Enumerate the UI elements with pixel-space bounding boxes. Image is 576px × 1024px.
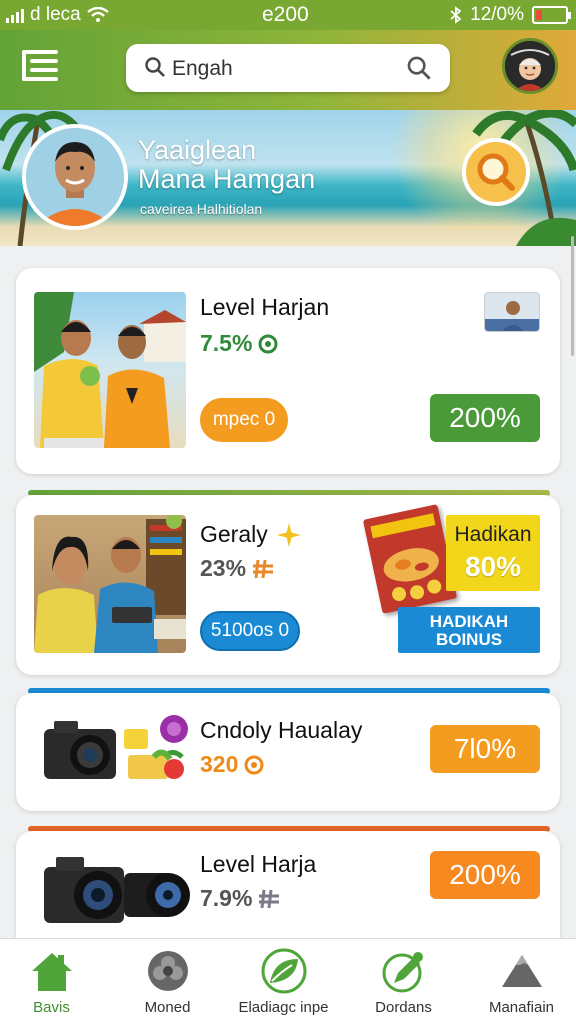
- card-action-button[interactable]: 7l0%: [430, 725, 540, 773]
- hero-title-line2: Mana Hamgan: [138, 164, 316, 194]
- card-photo: [34, 292, 186, 448]
- card-photo: [38, 843, 198, 933]
- card-title: Geraly: [200, 521, 302, 548]
- hero-title-line1: Yaaiglean: [138, 135, 257, 165]
- bottom-nav: Bavis Moned Eladiagc inpe Dordans Manafi…: [0, 938, 576, 1024]
- battery-percent: 12/0%: [470, 4, 524, 25]
- person-portrait-icon: [26, 128, 124, 226]
- offer-card[interactable]: Cndoly Haualay 320 7l0%: [16, 693, 560, 811]
- status-bar: d leca e200 12/0%: [0, 0, 576, 30]
- nav-item-bavis[interactable]: Bavis: [0, 939, 109, 1024]
- hero-subtitle: caveirea Halhitiolan: [140, 201, 263, 217]
- card-percent: 7.9%: [200, 885, 280, 912]
- nav-label: Bavis: [33, 999, 70, 1016]
- nav-label: Manafiain: [488, 999, 555, 1016]
- hero-avatar[interactable]: [22, 124, 128, 230]
- card-percent: 320: [200, 751, 264, 778]
- card-percent: 23%: [200, 555, 274, 582]
- status-left: d leca: [6, 4, 109, 26]
- card-action-button[interactable]: 200%: [430, 394, 540, 442]
- card-action-button[interactable]: 200%: [430, 851, 540, 899]
- scrollbar[interactable]: [571, 236, 574, 356]
- card-title: Cndoly Haualay: [200, 717, 363, 743]
- signal-icon: [6, 7, 24, 23]
- person-thumb-icon: [485, 301, 539, 331]
- avatar-face-icon: [505, 41, 555, 91]
- menu-icon[interactable]: [22, 48, 62, 84]
- target-icon: [258, 334, 278, 353]
- mountain-icon: [501, 955, 542, 987]
- card-photo: [34, 515, 186, 653]
- food-box-icon: [370, 513, 442, 602]
- nav-item-dordans[interactable]: Dordans: [346, 939, 461, 1024]
- offer-card[interactable]: Geraly 23% 5100os 0 Hadikan 80% HADIKAH …: [16, 495, 560, 675]
- camera-snacks-icon: [44, 715, 188, 779]
- nav-item-manafiain[interactable]: Manafiain: [464, 939, 576, 1024]
- card-percent-value: 23%: [200, 555, 247, 581]
- profile-avatar[interactable]: [502, 38, 558, 94]
- nav-label: Eladiagc inpe: [238, 999, 329, 1016]
- target-icon: [244, 755, 264, 774]
- card-percent-value: 7.5%: [200, 330, 253, 356]
- grid-icon: [253, 559, 274, 578]
- offer-card[interactable]: Level Harja 7.9% 200%: [16, 831, 560, 951]
- card-percent-value: 7.9%: [200, 885, 253, 911]
- sparkle-icon: [276, 522, 301, 547]
- card-photo: [38, 707, 208, 793]
- card-thumbnail[interactable]: [484, 292, 540, 332]
- flower-icon: [147, 951, 188, 991]
- leaf-icon: [261, 948, 306, 994]
- search-submit-icon[interactable]: [406, 55, 432, 81]
- camera-icon: [44, 857, 190, 923]
- card-title: Level Harjan: [200, 294, 330, 320]
- search-bar[interactable]: Engah: [126, 44, 450, 92]
- app-header: Engah: [0, 30, 576, 110]
- wifi-icon: [86, 7, 109, 22]
- nav-label: Dordans: [375, 999, 432, 1016]
- card-title: Level Harja: [200, 851, 317, 877]
- two-people-icon: [34, 292, 186, 448]
- promo-title: Hadikan: [454, 523, 532, 546]
- nav-item-eladiagc[interactable]: Eladiagc inpe: [226, 939, 341, 1024]
- home-icon: [31, 953, 72, 991]
- card-title-text: Geraly: [200, 521, 268, 547]
- battery-icon: [532, 6, 571, 24]
- card-percent: 7.5%: [200, 330, 278, 357]
- card-tag-button[interactable]: 5100os 0: [200, 611, 300, 651]
- nav-label: Moned: [144, 999, 191, 1016]
- bluetooth-icon: [450, 6, 462, 24]
- hero-title: Yaaiglean Mana Hamgan: [138, 136, 315, 194]
- nav-item-moned[interactable]: Moned: [110, 939, 225, 1024]
- status-right: 12/0%: [450, 4, 571, 26]
- card-percent-value: 320: [200, 751, 239, 777]
- product-box-image: [362, 504, 458, 614]
- carrier-name: d leca: [30, 4, 81, 25]
- couple-reading-icon: [34, 515, 186, 653]
- bonus-button[interactable]: HADIKAH BOINUS: [398, 607, 540, 653]
- card-tag-button[interactable]: mpec 0: [200, 398, 288, 442]
- search-icon: [145, 57, 165, 77]
- hero-banner: Yaaiglean Mana Hamgan caveirea Halhitiol…: [0, 110, 576, 246]
- promo-value: 80%: [464, 551, 522, 582]
- search-icon: [477, 153, 515, 191]
- promo-badge[interactable]: Hadikan 80%: [446, 515, 540, 591]
- offer-card[interactable]: Level Harjan 7.5% mpec 0 200%: [16, 268, 560, 474]
- hero-search-button[interactable]: [462, 138, 530, 206]
- status-time: e200: [262, 3, 309, 26]
- search-input[interactable]: Engah: [172, 57, 233, 81]
- edit-icon: [382, 952, 423, 993]
- grid-icon: [259, 889, 280, 908]
